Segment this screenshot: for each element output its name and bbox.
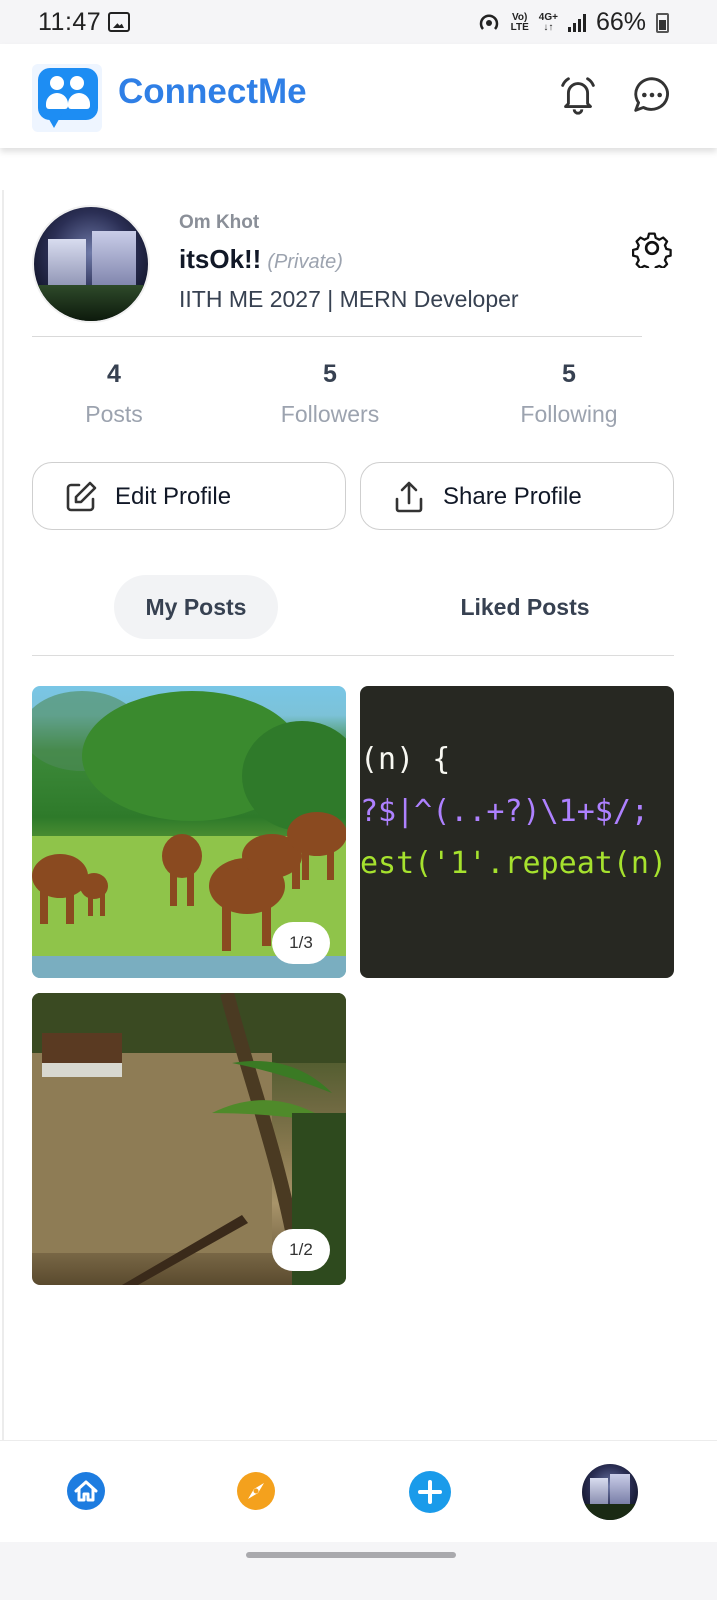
app-name[interactable]: ConnectMe xyxy=(118,72,307,112)
edit-profile-label: Edit Profile xyxy=(115,483,232,510)
display-name-text: itsOk!! xyxy=(179,244,262,274)
carousel-count-badge: 1/2 xyxy=(272,1229,330,1271)
bottom-navigation xyxy=(0,1440,717,1542)
code-line: ?$|^(..+?)\1+$/; xyxy=(360,794,649,829)
carousel-count-badge: 1/3 xyxy=(272,922,330,964)
tab-liked-posts[interactable]: Liked Posts xyxy=(440,575,610,639)
stat-posts[interactable]: 4 Posts xyxy=(14,360,214,428)
share-profile-label: Share Profile xyxy=(443,483,582,510)
hotspot-icon xyxy=(479,13,498,30)
share-icon xyxy=(395,481,423,513)
profile-bio: IITH ME 2027 | MERN Developer xyxy=(179,286,519,312)
post-thumbnail[interactable]: 1/3 xyxy=(32,686,346,978)
code-line: est('1'.repeat(n) xyxy=(360,846,668,881)
profile-display-name: itsOk!! (Private) xyxy=(179,244,343,275)
app-header: ConnectMe xyxy=(0,44,717,148)
battery-percent: 66% xyxy=(595,8,646,36)
system-nav-bar xyxy=(0,1542,717,1600)
status-bar: 11:47 Vo) LTE 4G+ ↓↑ 66% xyxy=(0,0,717,44)
profile-avatar[interactable] xyxy=(32,205,150,323)
chat-icon[interactable] xyxy=(629,72,675,118)
profile-username: Om Khot xyxy=(179,212,260,233)
tabs-divider xyxy=(32,655,674,656)
volte-indicator: Vo) LTE xyxy=(510,11,529,33)
post-thumbnail[interactable]: 1/2 xyxy=(32,993,346,1285)
gallery-notification-icon xyxy=(108,12,130,32)
logo-icon[interactable] xyxy=(32,64,102,132)
stat-value: 4 xyxy=(107,360,121,388)
edit-profile-button[interactable]: Edit Profile xyxy=(32,462,346,530)
stat-label: Following xyxy=(520,401,618,427)
stat-value: 5 xyxy=(323,360,337,388)
status-time: 11:47 xyxy=(38,8,102,36)
privacy-label: (Private) xyxy=(267,251,343,273)
add-post-icon[interactable] xyxy=(408,1470,452,1514)
status-indicators: Vo) LTE 4G+ ↓↑ 66% xyxy=(477,8,669,37)
share-profile-button[interactable]: Share Profile xyxy=(360,462,674,530)
bell-icon[interactable] xyxy=(555,72,601,118)
post-thumbnail[interactable]: (n) { ?$|^(..+?)\1+$/; est('1'.repeat(n) xyxy=(360,686,674,978)
profile-nav-avatar[interactable] xyxy=(582,1464,638,1520)
profile-divider xyxy=(32,336,642,337)
stat-label: Posts xyxy=(85,401,143,427)
stat-following[interactable]: 5 Following xyxy=(469,360,669,428)
settings-gear-icon[interactable] xyxy=(632,228,672,268)
code-line: (n) { xyxy=(360,742,451,777)
signal-icon xyxy=(567,13,586,32)
explore-icon[interactable] xyxy=(236,1471,276,1511)
battery-icon xyxy=(656,12,669,33)
tab-my-posts[interactable]: My Posts xyxy=(114,575,278,639)
side-divider xyxy=(2,190,4,1440)
stat-followers[interactable]: 5 Followers xyxy=(230,360,430,428)
stat-value: 5 xyxy=(562,360,576,388)
home-indicator[interactable] xyxy=(246,1552,456,1558)
home-icon[interactable] xyxy=(66,1471,106,1511)
data-indicator: 4G+ ↓↑ xyxy=(538,11,558,33)
stat-label: Followers xyxy=(280,401,380,427)
edit-icon xyxy=(66,481,97,512)
